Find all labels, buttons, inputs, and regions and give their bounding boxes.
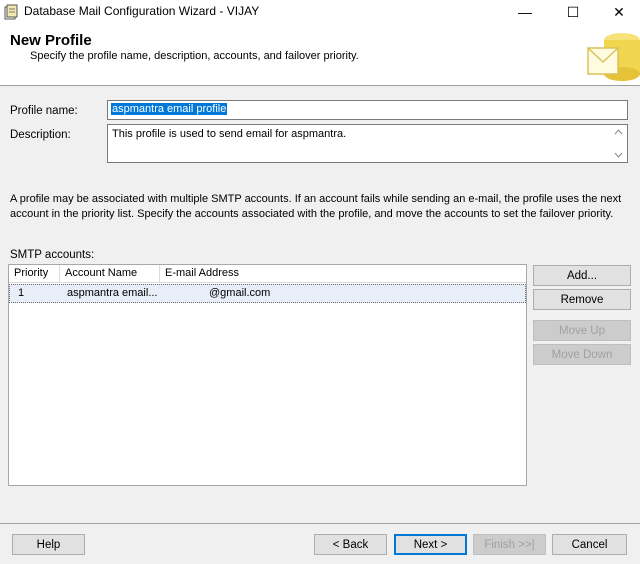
- remove-account-button[interactable]: Remove: [533, 289, 631, 310]
- row-email-address: @gmail.com: [209, 287, 271, 299]
- move-up-button[interactable]: Move Up: [533, 320, 631, 341]
- help-button[interactable]: Help: [12, 534, 85, 555]
- wizard-app-icon: [4, 4, 18, 20]
- minimize-button[interactable]: —: [502, 0, 548, 24]
- scroll-up-icon[interactable]: [614, 129, 623, 135]
- close-button[interactable]: ✕: [596, 0, 640, 24]
- minimize-icon: —: [518, 4, 532, 20]
- page-title: New Profile: [10, 32, 92, 49]
- table-row[interactable]: 1 aspmantra email... @gmail.com: [9, 284, 526, 303]
- column-header-email-address[interactable]: E-mail Address: [160, 265, 526, 283]
- footer-divider: [0, 523, 640, 524]
- back-button[interactable]: < Back: [314, 534, 387, 555]
- close-icon: ✕: [613, 3, 625, 20]
- row-account-name: aspmantra email...: [67, 287, 157, 299]
- next-button[interactable]: Next >: [394, 534, 467, 555]
- finish-button[interactable]: Finish >>|: [473, 534, 546, 555]
- profile-name-input[interactable]: aspmantra email profile: [107, 100, 628, 120]
- description-value: This profile is used to send email for a…: [112, 128, 347, 140]
- profile-name-value: aspmantra email profile: [111, 103, 228, 115]
- cancel-button[interactable]: Cancel: [552, 534, 627, 555]
- add-account-button[interactable]: Add...: [533, 265, 631, 286]
- header-banner: New Profile Specify the profile name, de…: [0, 24, 640, 86]
- smtp-accounts-table[interactable]: Priority Account Name E-mail Address 1 a…: [8, 264, 527, 486]
- profile-name-label: Profile name:: [10, 105, 78, 117]
- maximize-icon: ☐: [566, 3, 580, 20]
- row-priority: 1: [18, 287, 25, 299]
- scroll-down-icon[interactable]: [614, 152, 623, 158]
- move-down-button[interactable]: Move Down: [533, 344, 631, 365]
- title-bar: Database Mail Configuration Wizard - VIJ…: [0, 0, 640, 24]
- description-label: Description:: [10, 129, 71, 141]
- window-title: Database Mail Configuration Wizard - VIJ…: [24, 4, 260, 18]
- description-input[interactable]: This profile is used to send email for a…: [107, 124, 628, 163]
- column-header-account-name[interactable]: Account Name: [60, 265, 160, 283]
- column-header-priority[interactable]: Priority: [9, 265, 60, 283]
- info-paragraph: A profile may be associated with multipl…: [10, 193, 622, 220]
- smtp-accounts-label: SMTP accounts:: [10, 249, 95, 261]
- page-subtitle: Specify the profile name, description, a…: [30, 50, 359, 62]
- database-mail-icon: [587, 33, 640, 81]
- maximize-button[interactable]: ☐: [550, 0, 596, 24]
